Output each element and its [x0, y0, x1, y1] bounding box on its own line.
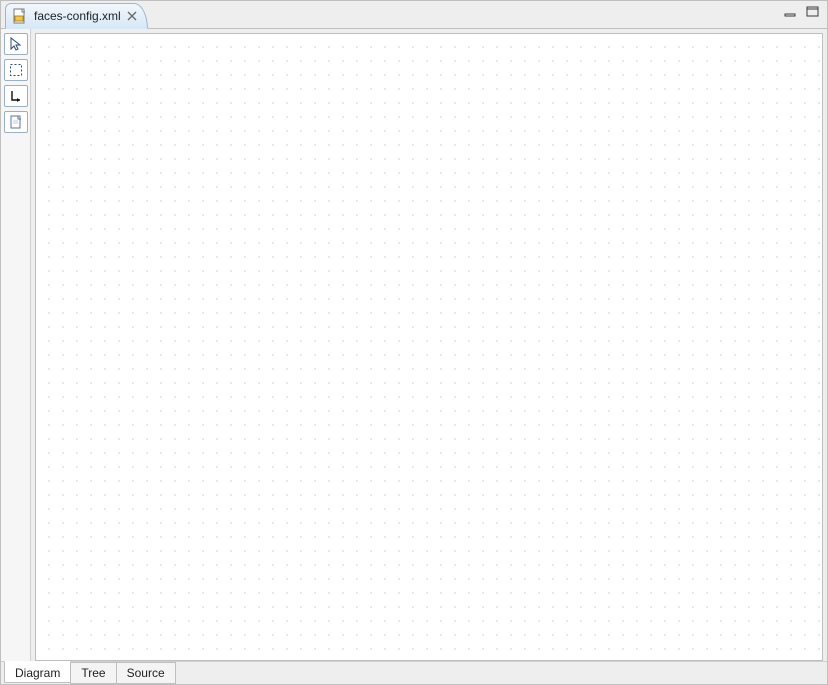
diagram-canvas[interactable] — [35, 33, 823, 661]
new-page-tool[interactable] — [4, 111, 28, 133]
cursor-icon — [9, 37, 23, 51]
editor-main-area — [1, 29, 827, 661]
marquee-tool[interactable] — [4, 59, 28, 81]
canvas-wrap — [31, 29, 827, 661]
view-tab-label: Source — [127, 666, 165, 680]
close-icon[interactable] — [125, 9, 139, 23]
view-tab-source[interactable]: Source — [116, 662, 176, 684]
new-page-icon — [9, 115, 23, 129]
view-tab-diagram[interactable]: Diagram — [4, 661, 71, 683]
editor-window-controls — [783, 5, 821, 19]
file-tab[interactable]: faces-config.xml — [5, 3, 148, 29]
editor-view-tabs: Diagram Tree Source — [1, 661, 827, 684]
maximize-icon[interactable] — [805, 5, 821, 19]
tool-palette — [1, 29, 31, 661]
connection-icon — [9, 89, 23, 103]
editor-window: faces-config.xml — [0, 0, 828, 685]
select-tool[interactable] — [4, 33, 28, 55]
connection-tool[interactable] — [4, 85, 28, 107]
editor-tab-strip: faces-config.xml — [1, 1, 827, 29]
view-tab-label: Diagram — [15, 666, 60, 680]
minimize-icon[interactable] — [783, 5, 799, 19]
view-tab-tree[interactable]: Tree — [70, 662, 116, 684]
file-tab-label: faces-config.xml — [34, 9, 121, 23]
xml-file-icon — [12, 8, 28, 24]
marquee-icon — [9, 63, 23, 77]
view-tab-label: Tree — [81, 666, 105, 680]
